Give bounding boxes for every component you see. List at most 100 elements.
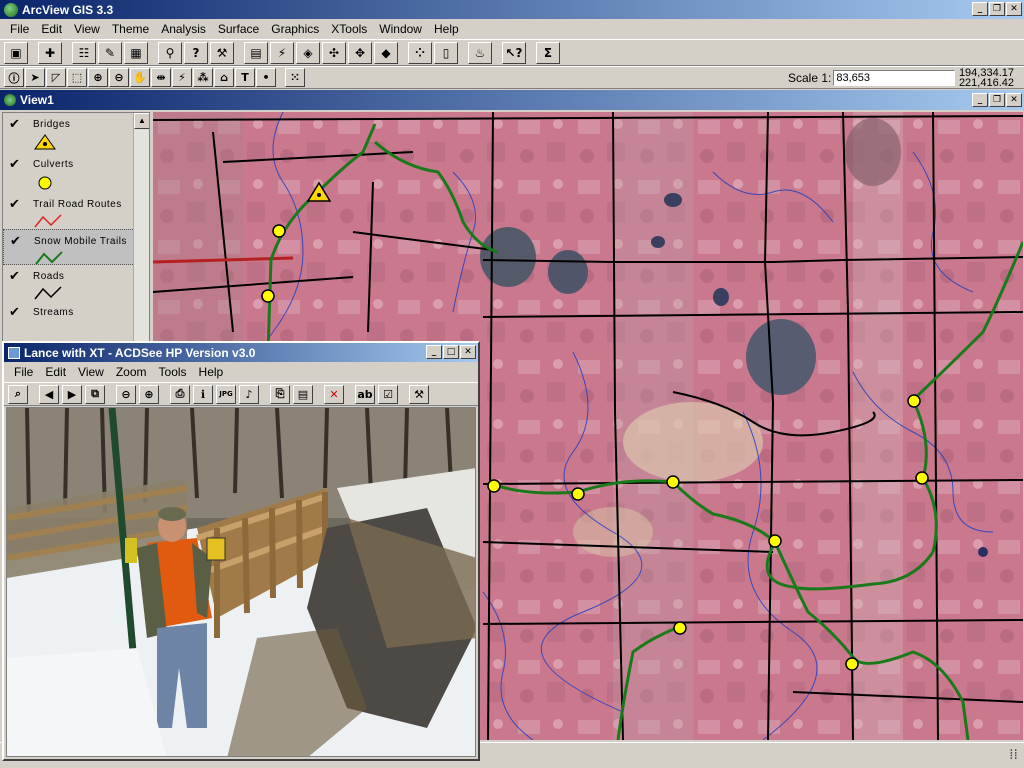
view-titlebar[interactable]: View1 _ ❐ ✕ (0, 90, 1024, 110)
checkbox-streams[interactable]: ✔ (9, 305, 20, 320)
menu-graphics[interactable]: Graphics (265, 22, 325, 36)
legend-streams[interactable]: ✔ Streams (3, 301, 149, 331)
view-minimize-icon[interactable]: _ (972, 93, 988, 107)
pointer-icon[interactable]: ➤ (25, 68, 45, 87)
acdsee-menu-zoom[interactable]: Zoom (110, 365, 153, 379)
full-screen-icon[interactable]: ⧉ (85, 384, 105, 404)
zoom-selected-icon[interactable]: ◆ (374, 41, 398, 64)
legend-roads[interactable]: ✔ Roads (3, 265, 149, 301)
acdsee-minimize-icon[interactable]: _ (426, 345, 442, 359)
acdsee-menu-file[interactable]: File (8, 365, 39, 379)
next-icon[interactable]: ▶ (62, 384, 82, 404)
minimize-icon[interactable]: _ (972, 2, 988, 16)
menu-surface[interactable]: Surface (212, 22, 265, 36)
image-info-icon[interactable]: ℹ (193, 384, 213, 404)
menu-help[interactable]: Help (428, 22, 465, 36)
culvert-point[interactable] (768, 534, 782, 548)
resize-grip-icon[interactable]: ⁞⁞ (1009, 747, 1018, 763)
culvert-point[interactable] (907, 394, 921, 408)
print-icon[interactable]: ⎙ (170, 384, 190, 404)
edit-legend-icon[interactable]: ✎ (98, 41, 122, 64)
label-icon[interactable]: ⌂ (214, 68, 234, 87)
acdsee-menu-tools[interactable]: Tools (153, 365, 193, 379)
acdsee-maximize-icon[interactable]: □ (443, 345, 459, 359)
zoom-in-icon[interactable]: ⊕ (88, 68, 108, 87)
rename-icon[interactable]: ab (355, 384, 375, 404)
hot-link-icon[interactable]: ⚡ (270, 41, 294, 64)
find-icon[interactable]: ⚲ (158, 41, 182, 64)
previous-icon[interactable]: ◀ (39, 384, 59, 404)
toc-scrollbar[interactable]: ▲ (133, 113, 149, 343)
tools-icon[interactable]: ⚒ (409, 384, 429, 404)
legend-culverts[interactable]: ✔ Culverts (3, 153, 149, 193)
hot-link-tool-icon[interactable]: ⚡ (172, 68, 192, 87)
culvert-point[interactable] (487, 479, 501, 493)
paste-icon[interactable]: ▤ (293, 384, 313, 404)
checkbox-trail-road-routes[interactable]: ✔ (9, 197, 20, 212)
properties-icon[interactable]: ☑ (378, 384, 398, 404)
menu-view[interactable]: View (68, 22, 106, 36)
measure-icon[interactable]: ⇹ (151, 68, 171, 87)
culvert-point[interactable] (666, 475, 680, 489)
query-builder-icon[interactable]: ? (184, 41, 208, 64)
acdsee-close-icon[interactable]: ✕ (460, 345, 476, 359)
zoom-previous-icon[interactable]: ♨ (468, 41, 492, 64)
acdsee-menu-help[interactable]: Help (193, 365, 230, 379)
identify-icon[interactable]: ⓘ (4, 68, 24, 87)
culvert-point[interactable] (272, 224, 286, 238)
checkbox-culverts[interactable]: ✔ (9, 157, 20, 172)
zoom-active-icon[interactable]: ✥ (348, 41, 372, 64)
pan-icon[interactable]: ✋ (130, 68, 150, 87)
zoom-extent-icon[interactable]: ✣ (322, 41, 346, 64)
scale-input[interactable]: 83,653 (833, 70, 956, 86)
zoom-out-icon[interactable]: ⊖ (116, 384, 136, 404)
zoom-in-fixed-icon[interactable]: ⁘ (408, 41, 432, 64)
theme-properties-icon[interactable]: ☷ (72, 41, 96, 64)
add-theme-icon[interactable]: ✚ (38, 41, 62, 64)
layout-icon[interactable]: ▤ (244, 41, 268, 64)
open-table-icon[interactable]: ▦ (124, 41, 148, 64)
view-restore-icon[interactable]: ❐ (989, 93, 1005, 107)
culvert-point[interactable] (845, 657, 859, 671)
zoom-out-icon[interactable]: ⊖ (109, 68, 129, 87)
browse-icon[interactable]: ⌕ (8, 384, 28, 404)
close-icon[interactable]: ✕ (1006, 2, 1022, 16)
copy-icon[interactable]: ⎘ (270, 384, 290, 404)
culvert-point[interactable] (915, 471, 929, 485)
view-close-icon[interactable]: ✕ (1006, 93, 1022, 107)
restore-icon[interactable]: ❐ (989, 2, 1005, 16)
locate-address-icon[interactable]: ⚒ (210, 41, 234, 64)
culvert-point[interactable] (673, 621, 687, 635)
scroll-up-icon[interactable]: ▲ (134, 113, 149, 129)
legend-trail-road-routes[interactable]: ✔ Trail Road Routes (3, 193, 149, 229)
legend-snow-mobile-trails[interactable]: ✔ Snow Mobile Trails (3, 229, 149, 265)
delete-icon[interactable]: ✕ (324, 384, 344, 404)
save-icon[interactable]: ▣ (4, 41, 28, 64)
zoom-out-fixed-icon[interactable]: ▯ (434, 41, 458, 64)
menu-edit[interactable]: Edit (35, 22, 68, 36)
area-of-interest-icon[interactable]: ⁂ (193, 68, 213, 87)
jpeg-icon[interactable]: JPG (216, 384, 236, 404)
help-icon[interactable]: ↖? (502, 41, 526, 64)
legend-bridges[interactable]: ✔ Bridges (3, 113, 149, 153)
select-feature-icon[interactable]: ⬚ (67, 68, 87, 87)
select-features-icon[interactable]: ◈ (296, 41, 320, 64)
culvert-point[interactable] (261, 289, 275, 303)
sound-icon[interactable]: ♪ (239, 384, 259, 404)
summarize-icon[interactable]: Σ (536, 41, 560, 64)
acdsee-menu-view[interactable]: View (72, 365, 110, 379)
menu-window[interactable]: Window (373, 22, 428, 36)
checkbox-bridges[interactable]: ✔ (9, 117, 20, 132)
menu-xtools[interactable]: XTools (325, 22, 373, 36)
menu-file[interactable]: File (4, 22, 35, 36)
app-titlebar[interactable]: ArcView GIS 3.3 _ ❐ ✕ (0, 0, 1024, 19)
acdsee-menu-edit[interactable]: Edit (39, 365, 72, 379)
text-icon[interactable]: T (235, 68, 255, 87)
culvert-point[interactable] (571, 487, 585, 501)
menu-analysis[interactable]: Analysis (155, 22, 212, 36)
draw-point-icon[interactable]: • (256, 68, 276, 87)
checkbox-snow-mobile-trails[interactable]: ✔ (10, 234, 21, 249)
vertex-edit-icon[interactable]: ◸ (46, 68, 66, 87)
acdsee-titlebar[interactable]: Lance with XT - ACDSee HP Version v3.0 _… (4, 343, 478, 362)
zoom-in-icon[interactable]: ⊕ (139, 384, 159, 404)
